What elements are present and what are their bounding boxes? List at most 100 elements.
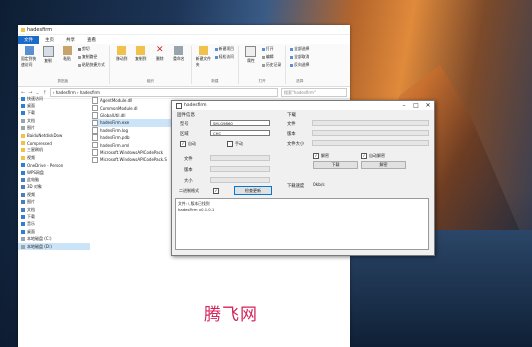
search-input[interactable]: 搜索"hadesfirm": [281, 88, 347, 97]
select-none-button[interactable]: 全部取消: [290, 54, 309, 60]
nav-item[interactable]: 快速访问: [18, 95, 90, 102]
edit-button[interactable]: 编辑: [261, 54, 281, 60]
nav-item-icon: [21, 163, 25, 168]
new-item-icon: [214, 47, 218, 51]
shortcut-icon: [78, 63, 81, 67]
rename-button[interactable]: 重命名: [171, 46, 187, 62]
tab-home[interactable]: 主页: [39, 36, 60, 44]
nav-item[interactable]: 本地磁盘 (D:): [18, 242, 90, 251]
log-output: 文件: \ 版本已找到 hadesFirm v0.1.0.1: [175, 198, 429, 250]
paste-button[interactable]: 粘贴: [59, 46, 75, 68]
tab-view[interactable]: 查看: [81, 36, 102, 44]
nav-item[interactable]: 图片: [18, 125, 90, 132]
file-name: Microsoft.WindowsAPICodePack.S: [100, 157, 167, 163]
open-group: 属性 打开 编辑 历史记录 打开: [243, 46, 287, 84]
file-icon: [92, 127, 98, 134]
cut-button[interactable]: 剪切: [78, 46, 105, 52]
nav-item[interactable]: 3D 对象: [18, 184, 90, 191]
nav-item-icon: [21, 104, 25, 109]
minimize-icon[interactable]: –: [398, 101, 410, 110]
nav-item[interactable]: 文档: [18, 206, 90, 213]
decrypt-checkbox[interactable]: ✓ 解密: [313, 153, 329, 159]
delete-button[interactable]: ✕ 删除: [152, 46, 168, 62]
maximize-icon[interactable]: □: [410, 101, 422, 110]
select-all-button[interactable]: 全部选择: [290, 46, 309, 52]
nav-item-icon: [21, 141, 25, 146]
download-button[interactable]: 下载: [313, 161, 358, 169]
nav-item-icon: [21, 214, 25, 219]
properties-button[interactable]: 属性: [243, 46, 259, 68]
model-input[interactable]: SM-G9860: [210, 120, 270, 126]
copy-path-button[interactable]: 复制路径: [78, 54, 105, 60]
check-update-button[interactable]: 检查更新: [234, 186, 272, 195]
file-name: hadesFirm.exe: [100, 120, 130, 126]
nav-item-label: 下载: [27, 213, 35, 219]
nav-item[interactable]: OneDrive - Person: [18, 162, 90, 169]
tab-share[interactable]: 共享: [60, 36, 81, 44]
new-folder-button[interactable]: 新建文件夹: [196, 46, 212, 68]
nav-item-label: 桌面: [27, 103, 35, 109]
nav-item[interactable]: 桌面: [18, 102, 90, 109]
nav-item[interactable]: WPS网盘: [18, 169, 90, 176]
app-icon: [176, 102, 182, 109]
new-group-label: 新建: [211, 79, 219, 83]
nav-item-label: 桌面: [27, 228, 35, 234]
nav-item-icon: [21, 244, 25, 249]
paste-shortcut-button[interactable]: 粘贴快捷方式: [78, 62, 105, 68]
invert-icon: [290, 63, 294, 67]
nav-item-label: OneDrive - Person: [27, 162, 64, 168]
manual-checkbox[interactable]: 手动: [227, 141, 243, 147]
nav-item-icon: [21, 96, 25, 101]
select-none-icon: [290, 55, 294, 59]
nav-item[interactable]: 下载: [18, 213, 90, 220]
easy-access-button[interactable]: 轻松访问: [214, 54, 234, 60]
nav-item-label: 本地磁盘 (C:): [27, 236, 52, 242]
file-name: hadesFirm.xml: [100, 142, 130, 148]
nav-item-label: Compressed: [27, 140, 52, 146]
nav-item-icon: [21, 170, 25, 175]
invert-selection-button[interactable]: 反向选择: [290, 62, 309, 68]
nav-item[interactable]: 下载: [18, 110, 90, 117]
nav-item[interactable]: 图片: [18, 198, 90, 205]
nav-item-icon: [21, 177, 25, 182]
clipboard-group: 固定到快速访问 复制 粘贴 剪切 复制路径 粘贴快捷方式 剪贴板: [21, 46, 110, 84]
region-value: CHC: [213, 130, 222, 136]
nav-item[interactable]: 本地磁盘 (C:): [18, 235, 90, 242]
file-name: Microsoft.WindowsAPICodePack: [100, 149, 164, 155]
nav-item[interactable]: 桌面: [18, 228, 90, 235]
nav-item[interactable]: 此电脑: [18, 176, 90, 183]
binary-check-mark: ✓: [213, 188, 219, 194]
nav-item[interactable]: Compressed: [18, 139, 90, 146]
nav-item[interactable]: BaiduNetdiskDow: [18, 132, 90, 139]
nav-item[interactable]: 视频: [18, 191, 90, 198]
pin-quick-access-button[interactable]: 固定到快速访问: [21, 46, 37, 68]
copy-to-button[interactable]: 复制到: [133, 46, 149, 62]
region-input[interactable]: CHC: [210, 130, 270, 136]
new-item-button[interactable]: 新建项目: [214, 46, 234, 52]
hadesfirm-dialog: hadesfirm – □ ✕ 固件信息 型号 SM-G9860 区域 CHC …: [171, 100, 435, 256]
pin-icon: [24, 46, 34, 55]
copy-button[interactable]: 复制: [40, 46, 56, 68]
auto-decrypt-checkbox[interactable]: ✓ 自动解密: [361, 153, 385, 159]
nav-item[interactable]: 视频: [18, 154, 90, 161]
nav-item[interactable]: 文档: [18, 117, 90, 124]
open-button[interactable]: 打开: [261, 46, 281, 52]
version-label: 版本: [184, 168, 193, 173]
nav-item-label: 此电脑: [27, 176, 39, 182]
region-label: 区域: [180, 132, 189, 137]
nav-item-icon: [21, 237, 25, 242]
copy-folder-icon: [136, 46, 146, 55]
history-button[interactable]: 历史记录: [261, 62, 281, 68]
move-to-button[interactable]: 移动到: [114, 46, 130, 62]
path-icon: [78, 55, 81, 59]
organize-group: 移动到 复制到 ✕ 删除 重命名 组织: [114, 46, 192, 84]
close-icon[interactable]: ✕: [422, 101, 434, 110]
decrypt-button[interactable]: 解密: [361, 161, 406, 169]
tab-file[interactable]: 文件: [18, 35, 39, 44]
nav-item[interactable]: 三星刷机: [18, 147, 90, 154]
auto-checkbox[interactable]: ✓ 自动: [180, 141, 196, 147]
manual-check-mark: [227, 141, 233, 147]
nav-item[interactable]: 音乐: [18, 221, 90, 228]
nav-item-label: 音乐: [27, 221, 35, 227]
binary-checkbox[interactable]: 二进制格式 ✓: [179, 188, 219, 194]
